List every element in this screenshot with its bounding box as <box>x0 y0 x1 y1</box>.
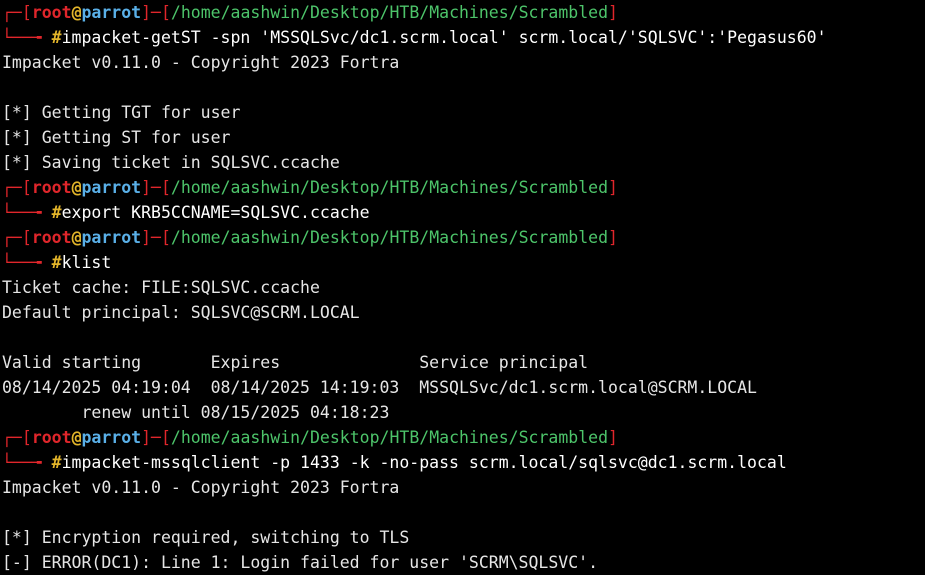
output-line: Default principal: SQLSVC@SCRM.LOCAL <box>2 303 360 322</box>
command-text: export KRB5CCNAME=SQLSVC.ccache <box>61 203 370 222</box>
bracket-close: ] <box>608 178 618 197</box>
bracket-open: [ <box>160 228 171 247</box>
command-line: └──╼ #impacket-mssqlclient -p 1433 -k -n… <box>2 450 925 475</box>
prompt-host: parrot <box>81 228 142 247</box>
prompt-corner: ┌─ <box>2 3 22 22</box>
prompt-arrow: └──╼ <box>2 253 52 272</box>
prompt-path: /home/aashwin/Desktop/HTB/Machines/Scram… <box>170 3 609 22</box>
prompt-at: @ <box>71 178 82 197</box>
prompt-user: root <box>31 428 72 447</box>
bracket-close: ] <box>608 228 618 247</box>
prompt-path: /home/aashwin/Desktop/HTB/Machines/Scram… <box>170 428 609 447</box>
bracket-close: ] <box>608 428 618 447</box>
command-text: impacket-mssqlclient -p 1433 -k -no-pass… <box>61 453 787 472</box>
prompt-hash: # <box>51 253 62 272</box>
output-line: Valid starting Expires Service principal <box>2 353 589 372</box>
bracket-close: ] <box>141 428 152 447</box>
terminal-window[interactable]: ┌─[root@parrot]─[/home/aashwin/Desktop/H… <box>0 0 925 575</box>
prompt-arrow: └──╼ <box>2 28 52 47</box>
output-line: Impacket v0.11.0 - Copyright 2023 Fortra <box>2 53 400 72</box>
prompt-dash: ─ <box>151 228 161 247</box>
command-line: └──╼ #klist <box>2 250 925 275</box>
prompt-at: @ <box>71 3 82 22</box>
output-line: [*] Getting TGT for user <box>2 103 241 122</box>
prompt-dash: ─ <box>151 3 161 22</box>
output-line: renew until 08/15/2025 04:18:23 <box>2 403 390 422</box>
prompt-dash: ─ <box>151 178 161 197</box>
bracket-close: ] <box>141 178 152 197</box>
prompt-host: parrot <box>81 428 142 447</box>
bracket-open: [ <box>160 178 171 197</box>
command-line: └──╼ #export KRB5CCNAME=SQLSVC.ccache <box>2 200 925 225</box>
bracket-close: ] <box>141 228 152 247</box>
output-line: [-] ERROR(DC1): Line 1: Login failed for… <box>2 553 599 572</box>
bracket-close: ] <box>608 3 618 22</box>
prompt-path: /home/aashwin/Desktop/HTB/Machines/Scram… <box>170 228 609 247</box>
prompt-arrow: └──╼ <box>2 203 52 222</box>
output-line: [*] Getting ST for user <box>2 128 231 147</box>
output-line: [*] Saving ticket in SQLSVC.ccache <box>2 153 340 172</box>
prompt-corner: ┌─ <box>2 178 22 197</box>
prompt-arrow: └──╼ <box>2 453 52 472</box>
bracket-open: [ <box>21 228 32 247</box>
prompt-hash: # <box>51 203 62 222</box>
prompt-at: @ <box>71 228 82 247</box>
prompt-line: ┌─[root@parrot]─[/home/aashwin/Desktop/H… <box>2 175 925 200</box>
prompt-corner: ┌─ <box>2 428 22 447</box>
prompt-host: parrot <box>81 3 142 22</box>
output-line: 08/14/2025 04:19:04 08/14/2025 14:19:03 … <box>2 378 757 397</box>
prompt-at: @ <box>71 428 82 447</box>
bracket-open: [ <box>21 3 32 22</box>
command-text: klist <box>61 253 112 272</box>
prompt-line: ┌─[root@parrot]─[/home/aashwin/Desktop/H… <box>2 425 925 450</box>
bracket-open: [ <box>160 3 171 22</box>
prompt-user: root <box>31 228 72 247</box>
prompt-line: ┌─[root@parrot]─[/home/aashwin/Desktop/H… <box>2 0 925 25</box>
prompt-user: root <box>31 3 72 22</box>
bracket-open: [ <box>21 428 32 447</box>
bracket-open: [ <box>21 178 32 197</box>
output-line: [*] Encryption required, switching to TL… <box>2 528 410 547</box>
prompt-hash: # <box>51 28 62 47</box>
command-line: └──╼ #impacket-getST -spn 'MSSQLSvc/dc1.… <box>2 25 925 50</box>
prompt-corner: ┌─ <box>2 228 22 247</box>
prompt-path: /home/aashwin/Desktop/HTB/Machines/Scram… <box>170 178 609 197</box>
output-line: Ticket cache: FILE:SQLSVC.ccache <box>2 278 320 297</box>
prompt-line: ┌─[root@parrot]─[/home/aashwin/Desktop/H… <box>2 225 925 250</box>
command-text: impacket-getST -spn 'MSSQLSvc/dc1.scrm.l… <box>61 28 827 47</box>
prompt-user: root <box>31 178 72 197</box>
output-line: Impacket v0.11.0 - Copyright 2023 Fortra <box>2 478 400 497</box>
prompt-hash: # <box>51 453 62 472</box>
prompt-dash: ─ <box>151 428 161 447</box>
bracket-open: [ <box>160 428 171 447</box>
prompt-host: parrot <box>81 178 142 197</box>
bracket-close: ] <box>141 3 152 22</box>
